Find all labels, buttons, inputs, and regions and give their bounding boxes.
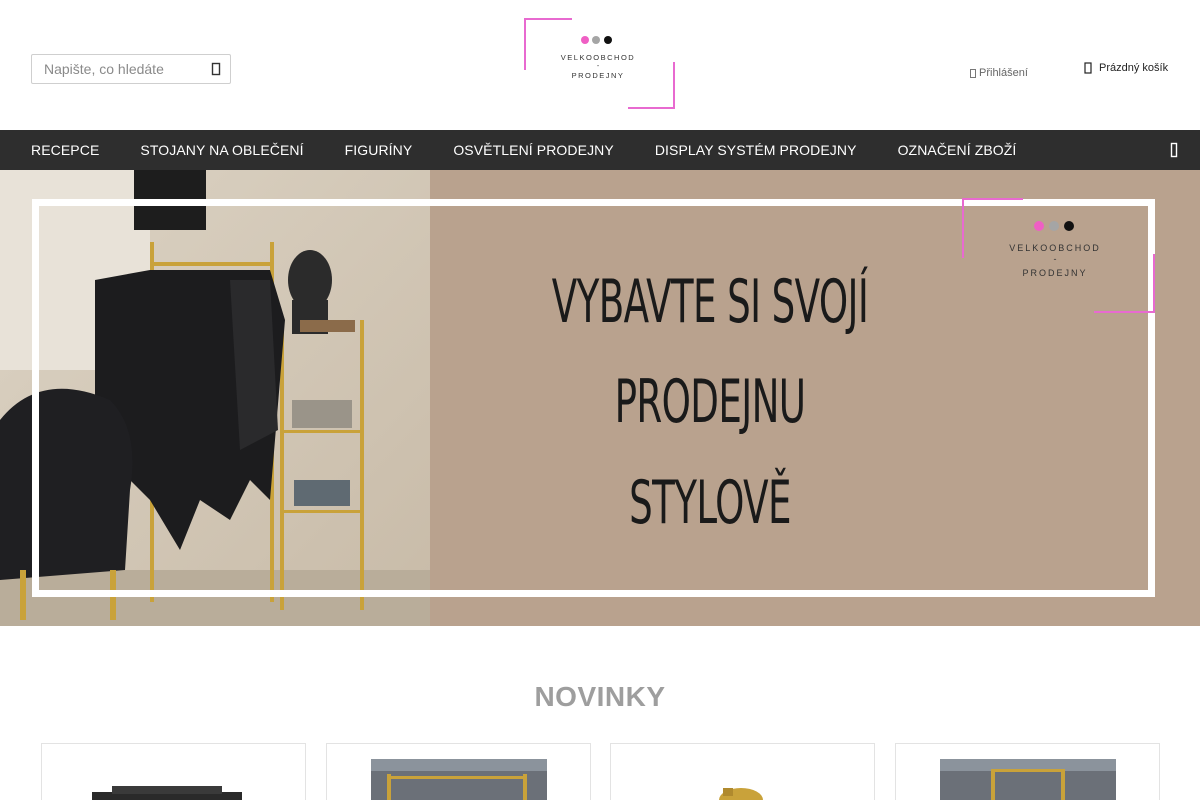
hero-headline-line2: PRODEJNU: [614, 367, 806, 437]
more-vertical-icon[interactable]: [1170, 142, 1178, 158]
logo-text-dash: -: [597, 63, 600, 70]
cart-label: Prázdný košík: [1099, 62, 1169, 74]
site-logo[interactable]: VELKOOBCHOD - PRODEJNY: [524, 18, 676, 109]
hero-headline-line1: VYBAVTE SI SVOJÍ: [551, 267, 869, 337]
hero-headline-line3: STYLOVĚ: [629, 468, 791, 538]
nav-item-recepce[interactable]: Recepce: [31, 142, 99, 158]
logo-text-bottom: PRODEJNY: [572, 71, 625, 80]
search-input[interactable]: [32, 55, 202, 83]
nav-item-oznaceni[interactable]: Označení zboží: [898, 142, 1017, 158]
user-icon: [970, 68, 976, 78]
main-navigation: Recepce Stojany na oblečení Figuríny Osv…: [0, 130, 1200, 170]
logo-dot-grey: [592, 36, 600, 44]
search-box[interactable]: [31, 54, 231, 84]
hero-logo-dash: -: [1054, 254, 1057, 264]
hero-logo-top: VELKOOBCHOD: [1009, 243, 1101, 253]
site-header: VELKOOBCHOD - PRODEJNY Přihlášení Prázdn…: [0, 0, 1200, 130]
product-card[interactable]: [326, 743, 591, 800]
search-icon[interactable]: [211, 62, 221, 76]
logo-dot-pink: [581, 36, 589, 44]
black-table-image: [92, 786, 242, 800]
logo-text-top: VELKOOBCHOD: [561, 53, 635, 62]
nav-item-figuriny[interactable]: Figuríny: [345, 142, 413, 158]
nav-item-stojany[interactable]: Stojany na oblečení: [140, 142, 303, 158]
login-label: Přihlášení: [979, 67, 1028, 79]
product-card[interactable]: [895, 743, 1160, 800]
login-link[interactable]: Přihlášení: [970, 67, 1028, 79]
nav-item-osvetleni[interactable]: Osvětlení prodejny: [453, 142, 614, 158]
gold-mannequin-image: [719, 788, 763, 800]
hero-logo: VELKOOBCHOD - PRODEJNY: [962, 198, 1155, 313]
product-card[interactable]: [41, 743, 306, 800]
logo-dot-black: [604, 36, 612, 44]
hero-banner[interactable]: VELKOOBCHOD - PRODEJNY VYBAVTE SI SVOJÍ …: [0, 170, 1200, 626]
section-title-novinky: NOVINKY: [534, 681, 666, 712]
products-grid: [41, 743, 1160, 800]
nav-item-display-system[interactable]: Display systém prodejny: [655, 142, 857, 158]
hero-logo-bottom: PRODEJNY: [1022, 268, 1087, 278]
cart-icon: [1084, 62, 1092, 74]
cart-link[interactable]: Prázdný košík: [1084, 62, 1168, 74]
gold-rack-image: [940, 759, 1116, 800]
product-card[interactable]: [610, 743, 875, 800]
gold-rack-image: [371, 759, 547, 800]
